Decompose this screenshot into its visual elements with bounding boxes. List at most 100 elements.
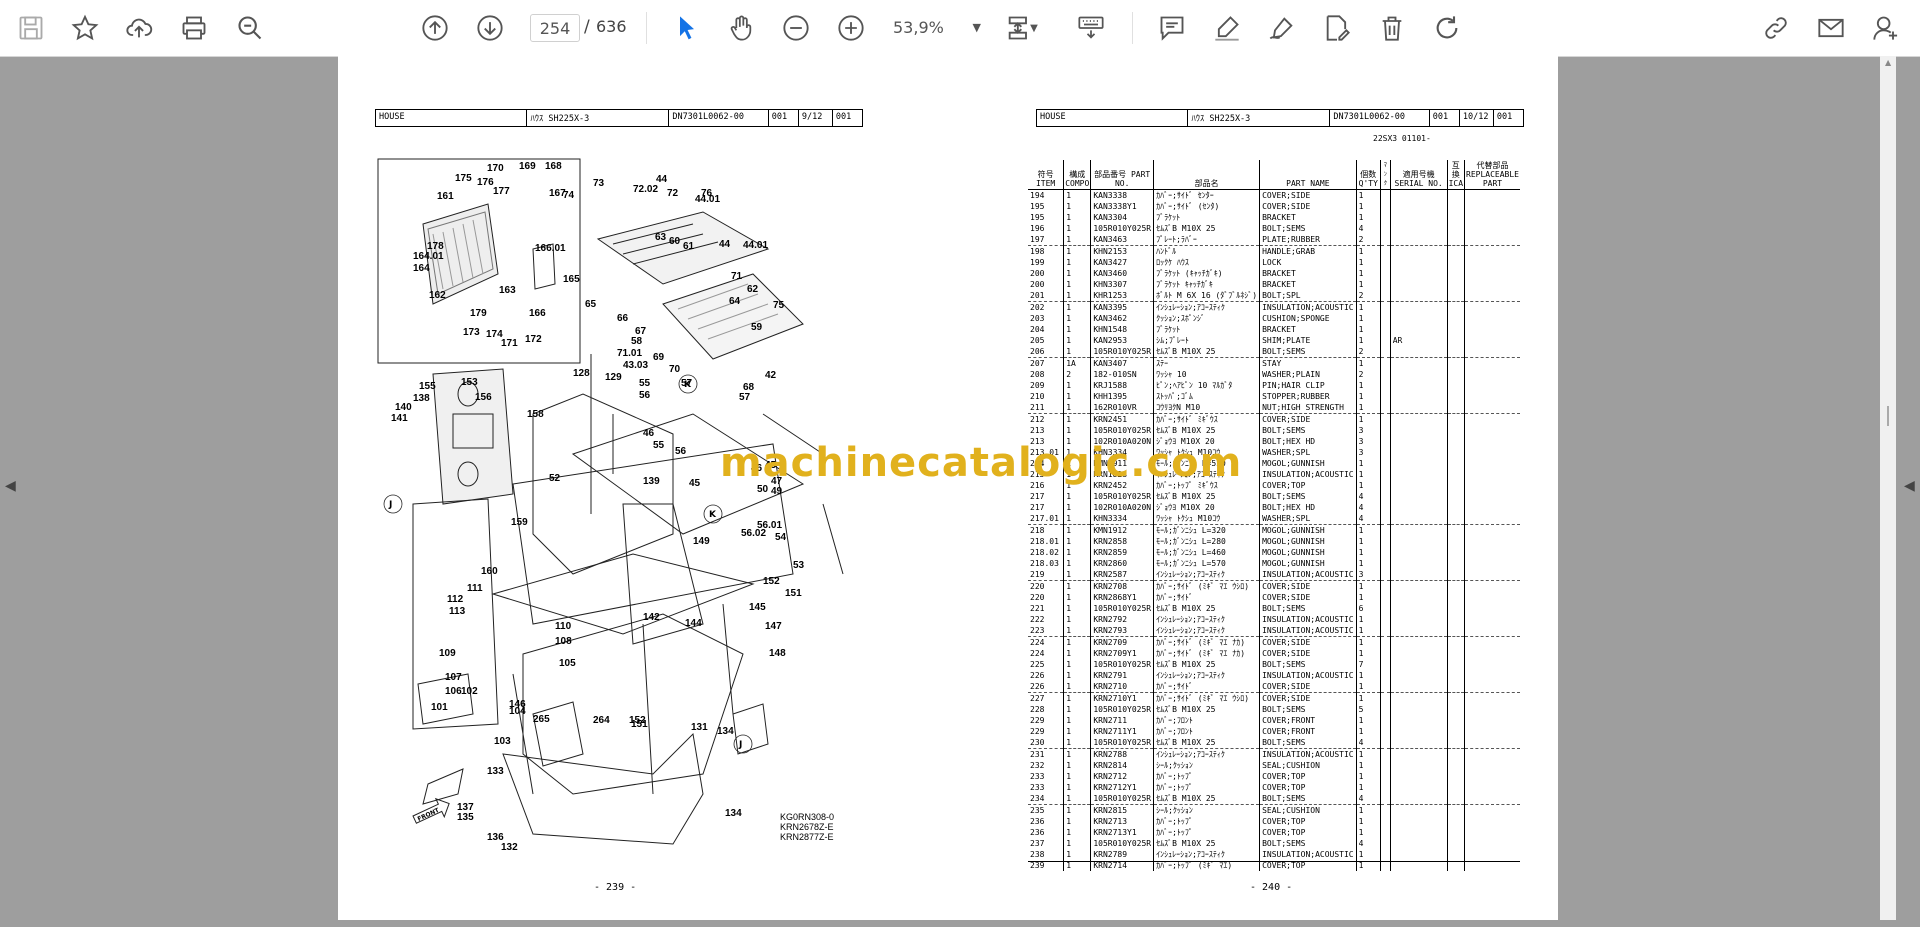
table-row: 217 1 102R010A020N ｼﾞｮｳﾖ M10X 20 BOLT;HEX HD… (1028, 502, 1520, 513)
zoom-search-icon[interactable] (233, 11, 267, 45)
page-number-input[interactable]: 254 (530, 14, 580, 42)
part-callout-label: 149 (693, 536, 710, 547)
table-cell (1379, 569, 1391, 581)
table-cell: KRN2868Y1 (1090, 592, 1154, 603)
scrollbar-thumb[interactable] (1887, 406, 1889, 426)
table-cell (1379, 804, 1391, 816)
table-cell: 208 (1030, 370, 1045, 379)
table-cell (1379, 726, 1391, 737)
table-cell (1464, 234, 1520, 246)
sign-pen-icon[interactable] (1265, 11, 1299, 45)
table-cell (1379, 245, 1391, 257)
chevron-down-icon[interactable]: ▼ (1027, 11, 1041, 45)
table-cell: 212 (1028, 413, 1064, 425)
zoom-level-select[interactable]: 53,9% ▼ (893, 14, 981, 42)
hand-tool-icon[interactable] (724, 11, 758, 45)
bookmark-star-icon[interactable] (68, 11, 102, 45)
zoom-in-icon[interactable] (834, 11, 868, 45)
table-cell: 1 (1355, 547, 1381, 558)
table-row: 227 1 KRN2710Y1 ｶﾊﾞｰ;ｻｲﾄﾞ (ﾐｷﾞ ﾏｴ ｳｼﾛ) COVER… (1028, 692, 1520, 704)
table-cell: 1 (1355, 335, 1381, 346)
comment-icon[interactable] (1155, 11, 1189, 45)
table-cell: ﾌﾞﾗｹｯﾄ (1153, 212, 1260, 223)
table-cell (1389, 189, 1448, 201)
table-cell: KHN1548 (1090, 324, 1154, 335)
table-cell (1379, 380, 1391, 391)
table-cell (1464, 558, 1520, 569)
table-cell (1446, 827, 1465, 838)
scroll-up-icon[interactable]: ▲ (1885, 58, 1891, 67)
table-cell (1379, 279, 1391, 290)
part-callout-label: 53 (793, 560, 805, 571)
table-cell (1464, 603, 1520, 614)
header-cell: DN7301L0062-00 (1330, 110, 1430, 126)
table-cell (1446, 771, 1465, 782)
part-callout-label: 73 (593, 178, 605, 189)
table-cell: KRN2710 (1090, 681, 1154, 693)
table-cell (1379, 413, 1391, 425)
table-cell: 1 (1355, 748, 1381, 760)
table-row: 234 1 105R010Y025R ｾﾑｽﾞB M10X 25 BOLT;SEMS 4 (1028, 793, 1520, 805)
table-cell (1446, 357, 1465, 369)
share-link-icon[interactable] (1759, 11, 1793, 45)
zoom-out-icon[interactable] (779, 11, 813, 45)
table-cell: BRACKET (1259, 279, 1357, 290)
save-icon[interactable] (14, 11, 48, 45)
table-cell (1379, 737, 1391, 749)
table-cell: 105R010Y025R (1090, 491, 1154, 502)
right-panel-toggle-icon[interactable]: ◀ (1904, 478, 1915, 494)
add-user-icon[interactable] (1869, 11, 1903, 45)
table-cell: 1 (1063, 234, 1091, 246)
part-callout-label: 129 (605, 372, 622, 383)
table-cell: 1 (1063, 569, 1091, 581)
delete-trash-icon[interactable] (1375, 11, 1409, 45)
part-callout-label: 71.01 (617, 348, 642, 359)
table-cell: COVER;SIDE (1259, 692, 1357, 704)
left-panel-toggle-icon[interactable]: ◀ (5, 478, 16, 494)
table-cell: KRN2711Y1 (1090, 726, 1154, 737)
table-cell (1379, 771, 1391, 782)
part-callout-label: 135 (457, 812, 474, 823)
table-row: 211 1 162R010VR ｺｳﾘﾖｸN M10 NUT;HIGH STRENGTH… (1028, 402, 1520, 414)
table-cell: 211 (1030, 403, 1045, 412)
table-cell: ｶﾊﾞｰ;ﾄｯﾌﾟ (1153, 816, 1260, 827)
table-cell (1446, 436, 1465, 447)
keyboard-mode-icon[interactable] (1074, 11, 1108, 45)
previous-page-icon[interactable] (418, 11, 452, 45)
table-cell: COVER;SIDE (1259, 681, 1357, 693)
vertical-scrollbar[interactable]: ▲ (1880, 56, 1896, 920)
select-cursor-icon[interactable] (670, 11, 704, 45)
table-cell: 1 (1355, 592, 1381, 603)
part-callout-label: 177 (493, 186, 510, 197)
table-cell: LOCK (1259, 257, 1357, 268)
header-cell: ﾊｳｽ SH225X-3 (527, 110, 670, 126)
table-cell: 1 (1063, 513, 1091, 525)
print-icon[interactable] (177, 11, 211, 45)
table-cell (1379, 580, 1391, 592)
table-cell (1389, 648, 1448, 659)
next-page-icon[interactable] (473, 11, 507, 45)
email-icon[interactable] (1814, 11, 1848, 45)
drawing-code: KRN2678Z-E (780, 822, 834, 832)
table-cell (1446, 592, 1465, 603)
table-cell (1464, 324, 1520, 335)
cloud-upload-icon[interactable] (122, 11, 156, 45)
rotate-redo-icon[interactable] (1430, 11, 1464, 45)
part-callout-label: 134 (725, 808, 742, 819)
table-cell: KRN2713 (1090, 816, 1154, 827)
table-cell (1446, 793, 1465, 805)
table-cell (1464, 402, 1520, 414)
table-cell: 1 (1355, 189, 1381, 201)
edit-pdf-icon[interactable] (1320, 11, 1354, 45)
table-cell: 237 (1030, 839, 1045, 848)
table-cell: MOGOL;GUNNISH (1259, 524, 1357, 536)
table-cell (1379, 625, 1391, 637)
table-cell (1464, 245, 1520, 257)
table-cell: KRN2713Y1 (1090, 827, 1154, 838)
table-cell (1464, 726, 1520, 737)
table-cell: 1 (1355, 648, 1381, 659)
highlight-pen-icon[interactable] (1210, 11, 1244, 45)
table-cell (1446, 614, 1465, 625)
table-cell: ｶﾊﾞｰ;ｻｲﾄﾞ (ﾐｷﾞ ﾏｴ ｳｼﾛ) (1153, 580, 1260, 592)
table-cell (1379, 659, 1391, 670)
